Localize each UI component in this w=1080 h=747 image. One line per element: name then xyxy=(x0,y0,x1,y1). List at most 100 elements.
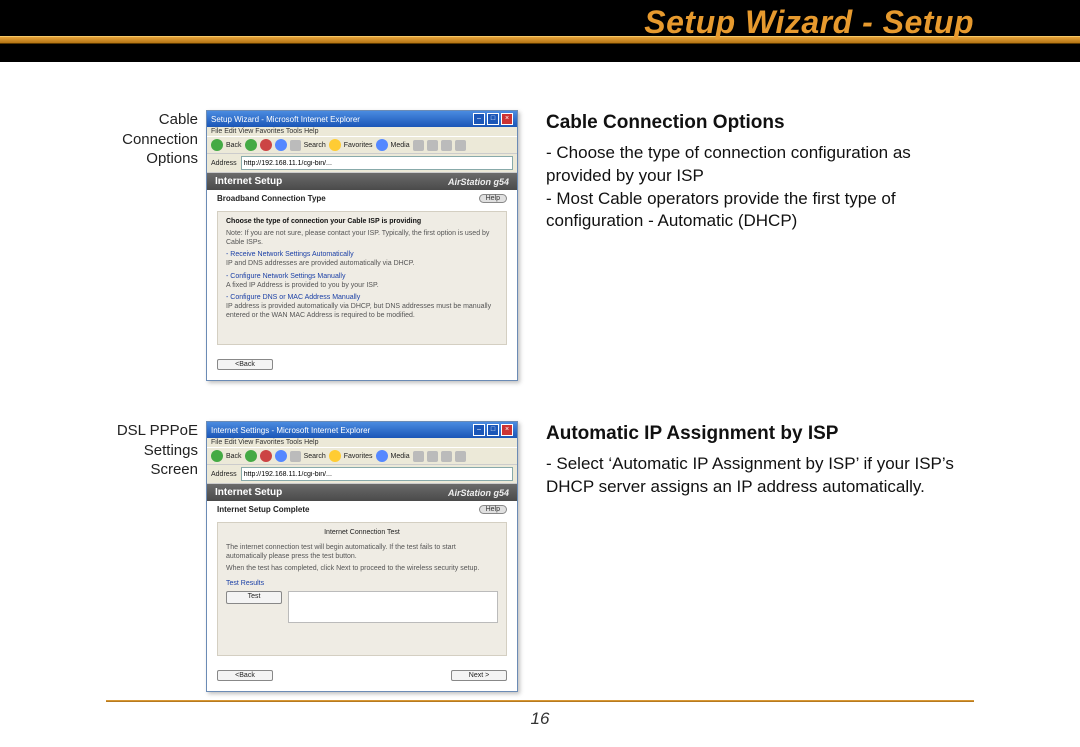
label-line: Options xyxy=(146,150,198,167)
media-icon[interactable] xyxy=(376,450,388,462)
menu-bar[interactable]: File Edit View Favorites Tools Help xyxy=(207,438,517,447)
section-cable: Cable Connection Options Setup Wizard - … xyxy=(106,110,974,381)
search-label[interactable]: Search xyxy=(304,142,326,149)
internet-setup-header: Internet Setup AirStation g54 xyxy=(207,173,517,190)
forward-icon[interactable] xyxy=(245,139,257,151)
back-button[interactable]: <Back xyxy=(217,359,273,370)
test-row: Test xyxy=(226,591,498,623)
section-heading: Automatic IP Assignment by ISP xyxy=(546,421,974,447)
test-results-box xyxy=(288,591,498,623)
refresh-icon[interactable] xyxy=(275,450,287,462)
maximize-icon[interactable]: □ xyxy=(487,113,499,125)
minimize-icon[interactable]: – xyxy=(473,424,485,436)
page-number: 16 xyxy=(0,709,1080,729)
edit-icon[interactable] xyxy=(455,451,466,462)
search-label[interactable]: Search xyxy=(304,453,326,460)
internet-setup-header: Internet Setup AirStation g54 xyxy=(207,484,517,501)
header-left: Internet Setup xyxy=(215,487,282,498)
media-icon[interactable] xyxy=(376,139,388,151)
section-label: Cable Connection Options xyxy=(106,110,206,381)
sub-left: Broadband Connection Type xyxy=(217,194,326,203)
address-bar: Address xyxy=(207,154,517,173)
toolbar: Back Search Favorites Media xyxy=(207,136,517,154)
option-desc-1: IP and DNS addresses are provided automa… xyxy=(226,260,498,269)
forward-icon[interactable] xyxy=(245,450,257,462)
test-panel: Internet Connection Test The internet co… xyxy=(217,522,507,656)
section-label: DSL PPPoE Settings Screen xyxy=(106,421,206,692)
panel-note: Note: If you are not sure, please contac… xyxy=(226,230,498,248)
history-icon[interactable] xyxy=(413,451,424,462)
brand-label: AirStation g54 xyxy=(448,177,509,187)
close-icon[interactable]: × xyxy=(501,424,513,436)
label-line: Cable xyxy=(159,111,198,128)
address-input[interactable] xyxy=(241,467,513,481)
maximize-icon[interactable]: □ xyxy=(487,424,499,436)
option-link-2[interactable]: - Configure Network Settings Manually xyxy=(226,273,498,282)
label-line: DSL PPPoE xyxy=(117,422,198,439)
content-area: Cable Connection Options Setup Wizard - … xyxy=(106,110,974,667)
back-icon[interactable] xyxy=(211,450,223,462)
option-link-3[interactable]: - Configure DNS or MAC Address Manually xyxy=(226,294,498,303)
minimize-icon[interactable]: – xyxy=(473,113,485,125)
address-input[interactable] xyxy=(241,156,513,170)
mail-icon[interactable] xyxy=(427,140,438,151)
refresh-icon[interactable] xyxy=(275,139,287,151)
help-button[interactable]: Help xyxy=(479,194,507,203)
option-link-1[interactable]: - Receive Network Settings Automatically xyxy=(226,251,498,260)
bullet: - Most Cable operators provide the first… xyxy=(546,188,974,234)
mail-icon[interactable] xyxy=(427,451,438,462)
page: Setup Wizard - Setup Cable Connection Op… xyxy=(0,0,1080,747)
back-label[interactable]: Back xyxy=(226,453,242,460)
favorites-icon[interactable] xyxy=(329,450,341,462)
sub-left: Internet Setup Complete xyxy=(217,505,309,514)
brand-label: AirStation g54 xyxy=(448,488,509,498)
label-line: Screen xyxy=(150,461,198,478)
back-button[interactable]: <Back xyxy=(217,670,273,681)
history-icon[interactable] xyxy=(413,140,424,151)
stop-icon[interactable] xyxy=(260,450,272,462)
close-icon[interactable]: × xyxy=(501,113,513,125)
back-icon[interactable] xyxy=(211,139,223,151)
browser-window: Setup Wizard - Microsoft Internet Explor… xyxy=(206,110,518,381)
stop-icon[interactable] xyxy=(260,139,272,151)
button-row: <Back Next > xyxy=(207,664,517,691)
next-button[interactable]: Next > xyxy=(451,670,507,681)
option-desc-3: IP address is provided automatically via… xyxy=(226,303,498,321)
window-controls: – □ × xyxy=(473,113,513,125)
bottom-rule xyxy=(106,700,974,702)
test-button[interactable]: Test xyxy=(226,591,282,604)
edit-icon[interactable] xyxy=(455,140,466,151)
label-line: Connection xyxy=(122,131,198,148)
browser-window: Internet Settings - Microsoft Internet E… xyxy=(206,421,518,692)
header-left: Internet Setup xyxy=(215,176,282,187)
bullet: - Select ‘Automatic IP Assignment by ISP… xyxy=(546,453,974,499)
section-text: Cable Connection Options - Choose the ty… xyxy=(546,110,974,381)
back-label[interactable]: Back xyxy=(226,142,242,149)
menu-bar[interactable]: File Edit View Favorites Tools Help xyxy=(207,127,517,136)
page-body: Internet Setup AirStation g54 Broadband … xyxy=(207,173,517,380)
media-label[interactable]: Media xyxy=(391,142,410,149)
favorites-label[interactable]: Favorites xyxy=(344,142,373,149)
help-button[interactable]: Help xyxy=(479,505,507,514)
favorites-icon[interactable] xyxy=(329,139,341,151)
home-icon[interactable] xyxy=(290,451,301,462)
window-titlebar: Internet Settings - Microsoft Internet E… xyxy=(207,422,517,438)
option-desc-2: A fixed IP Address is provided to you by… xyxy=(226,282,498,291)
print-icon[interactable] xyxy=(441,140,452,151)
sub-header: Internet Setup Complete Help xyxy=(207,501,517,518)
home-icon[interactable] xyxy=(290,140,301,151)
test-line1: The internet connection test will begin … xyxy=(226,544,498,562)
address-label: Address xyxy=(211,160,237,167)
address-bar: Address xyxy=(207,465,517,484)
button-row: <Back xyxy=(207,353,517,380)
print-icon[interactable] xyxy=(441,451,452,462)
favorites-label[interactable]: Favorites xyxy=(344,453,373,460)
section-dsl: DSL PPPoE Settings Screen Internet Setti… xyxy=(106,421,974,692)
page-title: Setup Wizard - Setup xyxy=(644,4,974,41)
address-label: Address xyxy=(211,471,237,478)
media-label[interactable]: Media xyxy=(391,453,410,460)
screenshot-cable: Setup Wizard - Microsoft Internet Explor… xyxy=(206,110,516,381)
titlebar-text: Setup Wizard - Microsoft Internet Explor… xyxy=(211,115,360,124)
options-panel: Choose the type of connection your Cable… xyxy=(217,211,507,345)
sub-header: Broadband Connection Type Help xyxy=(207,190,517,207)
